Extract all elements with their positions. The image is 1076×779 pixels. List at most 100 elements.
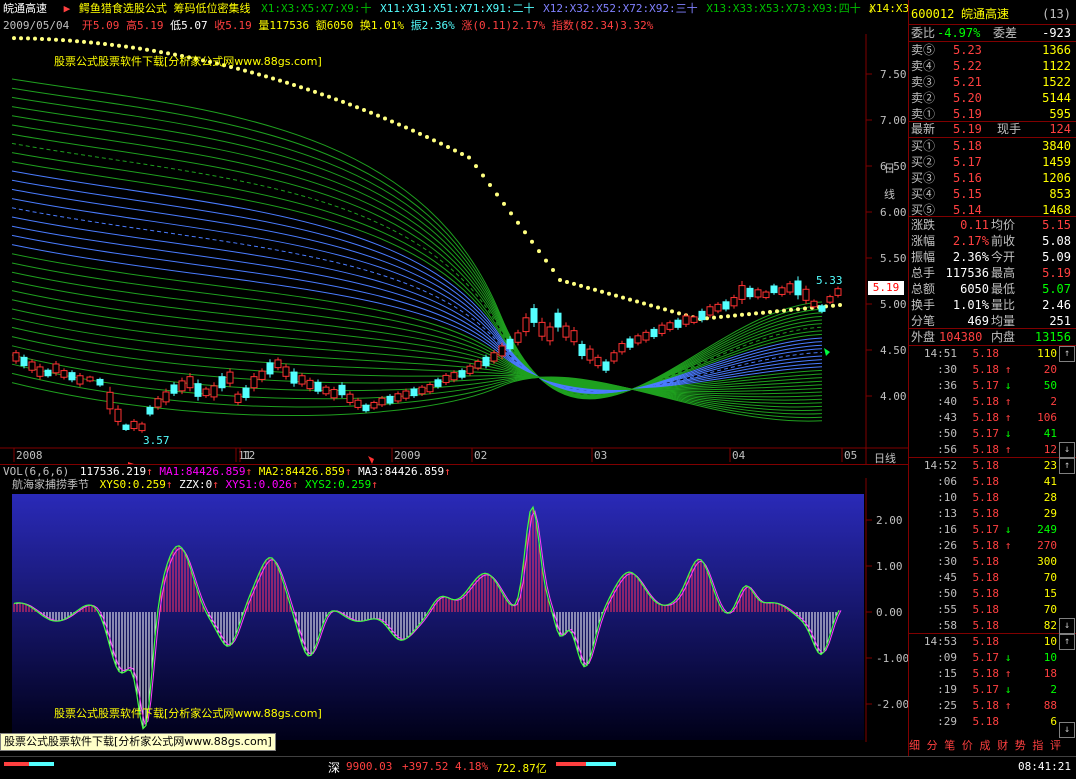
- change-label: 涨: [461, 19, 473, 32]
- indicator-chart[interactable]: 2.00 1.00 0.00 -1.00 -2.00: [0, 478, 908, 742]
- stat-label: 分笔: [911, 314, 936, 328]
- market-label[interactable]: 深: [328, 759, 340, 776]
- sar-dot: [89, 40, 93, 45]
- ma2-arrow-icon: ↑: [344, 465, 352, 478]
- tick-price: 5.18: [972, 635, 1000, 648]
- xys1-arrow-icon: ↑: [291, 478, 299, 491]
- tick-scroll-up-icon[interactable]: ↑: [1059, 346, 1075, 362]
- stat-label-2: 今开: [991, 250, 1016, 264]
- tick-scroll-up-icon-3[interactable]: ↑: [1059, 634, 1075, 650]
- tick-row: :19 5.17 ↓ 2: [909, 682, 1059, 698]
- close-value: 5.19: [225, 19, 252, 32]
- vol-value: 117536: [269, 19, 310, 32]
- candle-body: [450, 372, 458, 381]
- stat-value: 117536: [945, 266, 989, 280]
- sar-dot: [635, 299, 639, 304]
- date-tick-label: 05: [844, 449, 857, 462]
- sar-dot: [481, 173, 485, 178]
- candle-body: [362, 404, 370, 412]
- stat-value-2: 5.07: [1042, 282, 1071, 296]
- sar-dot: [61, 38, 65, 43]
- tick-scroll-down-icon-3[interactable]: ↓: [1059, 722, 1075, 738]
- buy-volume: 1459: [1042, 155, 1071, 169]
- tick-row: :25 5.18 ↑ 88: [909, 698, 1059, 714]
- index-label: 指数: [551, 19, 574, 32]
- status-bar: 深 9900.03 +397.52 4.18% 722.87亿 08:41:21: [0, 756, 1076, 779]
- stat-row: 涨跌 0.11 均价 5.15: [911, 217, 1073, 233]
- sar-dot: [747, 312, 751, 317]
- tick-row: 14:51 5.18 110: [909, 346, 1059, 362]
- weibi-row: 委比 -4.97% 委差 -923: [911, 25, 1073, 41]
- zzx-value: ZZX:0: [179, 478, 213, 491]
- sar-dot: [733, 313, 737, 318]
- tick-row: :06 5.18 41: [909, 474, 1059, 490]
- stock-name[interactable]: 皖通高速: [3, 0, 47, 18]
- candle-body: [746, 287, 754, 298]
- sell-price: 5.21: [953, 75, 982, 89]
- tick-row: :16 5.17 ↓ 249: [909, 522, 1059, 538]
- tick-row: :36 5.17 ↓ 50: [909, 378, 1059, 394]
- buy-volume: 1206: [1042, 171, 1071, 185]
- sar-dot: [306, 87, 310, 92]
- watermark-top: 股票公式股票软件下载[分析家公式网www.88gs.com]: [54, 55, 322, 68]
- sell-label: 卖⑤: [911, 43, 936, 57]
- sar-dot: [726, 314, 730, 319]
- sar-dot: [341, 99, 345, 104]
- tick-scroll-down-icon[interactable]: ↓: [1059, 442, 1075, 458]
- side-tab-day[interactable]: 日: [884, 160, 895, 176]
- tick-scroll-up-icon-2[interactable]: ↑: [1059, 458, 1075, 474]
- candle-body: [682, 315, 690, 325]
- panel-bottom-tabs[interactable]: 细 分 笔 价 成 财 势 指 评: [909, 738, 1075, 754]
- formula-label: 鳄鱼猎食选股公式 筹码低位密集线: [78, 2, 251, 15]
- candle-body: [418, 386, 426, 395]
- sar-dot: [705, 316, 709, 321]
- amplitude-value: 2.36%: [421, 19, 455, 32]
- indicator-title[interactable]: 航海家捕捞季节: [12, 478, 89, 491]
- candle-body: [138, 423, 146, 432]
- sar-dot: [502, 201, 506, 206]
- sar-dot: [348, 102, 352, 107]
- clock: 08:41:21: [1018, 760, 1071, 773]
- price-tick-label: 6.00: [880, 206, 907, 219]
- candle-body: [76, 375, 84, 385]
- candle-body: [738, 285, 746, 300]
- candle-body: [60, 370, 68, 378]
- candle-body: [794, 280, 802, 296]
- stat-label: 总手: [911, 266, 936, 280]
- amount-label: 额: [315, 19, 327, 32]
- price-chart[interactable]: 7.507.006.506.005.505.004.504.00 2008 111…: [0, 34, 908, 464]
- candle-body: [194, 383, 202, 397]
- tick-volume: 10: [1043, 635, 1057, 648]
- ma-label-2: X11:X31:X51:X71:X91:二十: [380, 2, 535, 15]
- weicha-label: 委差: [993, 26, 1018, 40]
- candle-body: [506, 338, 514, 350]
- tick-volume: 249: [1037, 523, 1057, 536]
- candle-body: [86, 376, 94, 382]
- tick-time: :16: [937, 523, 957, 536]
- sar-dot: [40, 36, 44, 41]
- candle-body: [114, 408, 122, 422]
- tick-volume: 110: [1037, 347, 1057, 360]
- tick-row: :45 5.18 70: [909, 570, 1059, 586]
- market-amount: 722.87亿: [496, 762, 547, 775]
- tick-scroll-down-icon-2[interactable]: ↓: [1059, 618, 1075, 634]
- candle-body: [538, 321, 546, 337]
- candle-body: [346, 393, 354, 403]
- candle-body: [490, 352, 498, 362]
- candle-body: [154, 398, 162, 408]
- side-tab-line[interactable]: 线: [884, 186, 895, 202]
- stock-header[interactable]: 600012 皖通高速 (13): [911, 6, 1073, 22]
- stat-label-2: 最高: [991, 266, 1016, 280]
- sar-dot: [516, 220, 520, 225]
- buy-label: 买②: [911, 155, 936, 169]
- xys2-value: XYS2:0.259: [304, 478, 372, 491]
- candle-body: [170, 384, 178, 394]
- sell-price: 5.19: [953, 107, 982, 121]
- sar-dot: [19, 36, 23, 41]
- tick-time: :56: [937, 443, 957, 456]
- indicator-title-line: 航海家捕捞季节 XYS0:0.259↑ ZZX:0↑ XYS1:0.026↑ X…: [0, 478, 908, 492]
- scroll-up-icon[interactable]: ⇩: [864, 2, 878, 16]
- sar-dot: [586, 285, 590, 290]
- sar-dot: [579, 283, 583, 288]
- candle-body: [522, 317, 530, 333]
